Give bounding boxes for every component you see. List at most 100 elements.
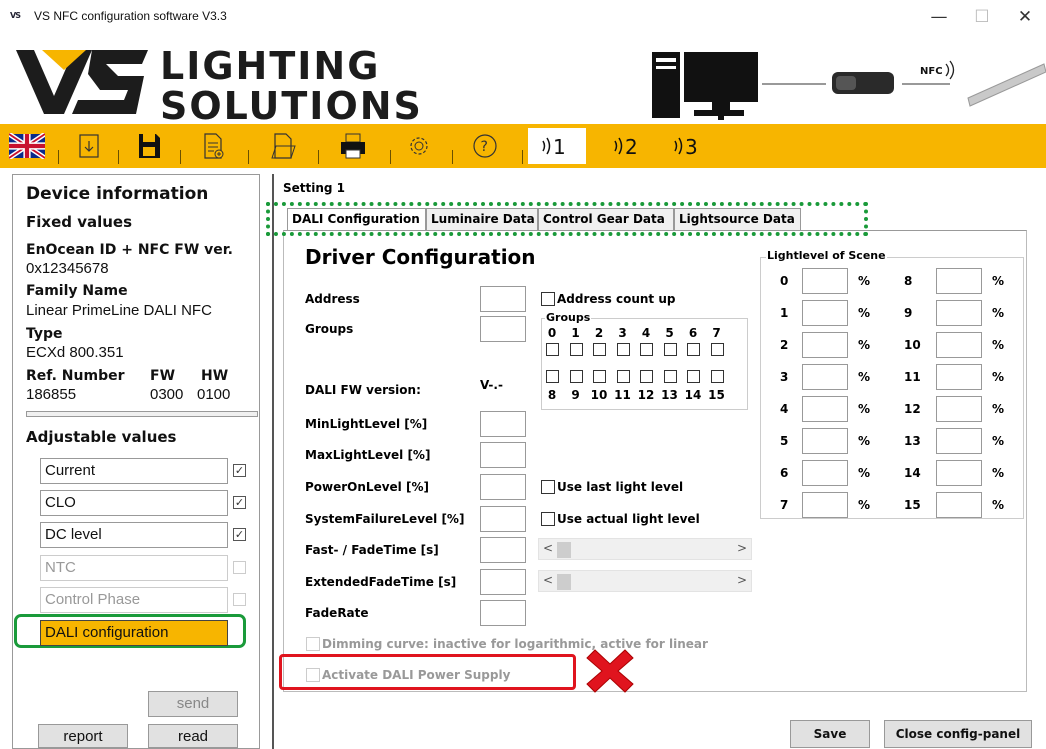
group-checkbox[interactable] — [593, 370, 606, 383]
group-checkbox[interactable] — [710, 343, 724, 356]
group-checkbox[interactable] — [710, 370, 724, 383]
close-config-panel-button[interactable]: Close config-panel — [884, 720, 1032, 748]
max-light-level-input[interactable] — [480, 442, 526, 468]
scene-level-input[interactable] — [802, 428, 848, 454]
scene-number-label: 5 — [780, 434, 789, 448]
adjustable-clo[interactable]: CLO — [40, 490, 228, 516]
help-icon[interactable]: ? — [460, 128, 510, 164]
scene-level-input[interactable] — [936, 428, 982, 454]
control-phase-checkbox[interactable] — [233, 593, 246, 606]
settings-icon[interactable] — [394, 128, 444, 164]
scene-level-input[interactable] — [802, 300, 848, 326]
group-checkbox[interactable] — [640, 370, 653, 383]
group-checkbox[interactable] — [640, 343, 653, 356]
nfc-slot-2-icon[interactable]: 2 — [600, 128, 658, 164]
logo-line-1: LIGHTING — [160, 44, 381, 88]
import-icon[interactable] — [64, 128, 114, 164]
scene-level-input[interactable] — [802, 396, 848, 422]
report-button[interactable]: report — [38, 724, 128, 748]
group-checkbox[interactable] — [616, 370, 630, 383]
print-icon[interactable] — [328, 128, 378, 164]
fade-rate-input[interactable] — [480, 600, 526, 626]
adjustable-dali-configuration[interactable]: DALI configuration — [40, 620, 228, 646]
scene-level-input[interactable] — [936, 460, 982, 486]
min-light-level-input[interactable] — [480, 411, 526, 437]
send-button[interactable]: send — [148, 691, 238, 717]
use-actual-light-level-label: Use actual light level — [557, 512, 700, 526]
read-button[interactable]: read — [148, 724, 238, 748]
group-number: 14 — [684, 388, 702, 402]
address-count-up-checkbox[interactable] — [541, 292, 555, 306]
slider-thumb[interactable] — [557, 574, 571, 590]
group-checkbox[interactable] — [546, 370, 559, 383]
current-checkbox[interactable]: ✓ — [233, 464, 246, 477]
group-checkbox[interactable] — [569, 343, 583, 356]
nfc-slot-3-icon[interactable]: 3 — [660, 128, 718, 164]
open-document-icon[interactable] — [258, 128, 308, 164]
group-checkbox[interactable] — [593, 343, 606, 356]
scene-level-input[interactable] — [802, 460, 848, 486]
maximize-button[interactable]: ☐ — [962, 4, 1002, 30]
group-number: 6 — [688, 326, 698, 340]
scene-level-input[interactable] — [936, 300, 982, 326]
adjustable-values-title: Adjustable values — [26, 428, 177, 446]
group-checkbox[interactable] — [569, 370, 583, 383]
extended-fade-time-input[interactable] — [480, 569, 526, 595]
group-checkbox[interactable] — [663, 343, 677, 356]
nfc-slot-1-icon[interactable]: 1 — [528, 128, 586, 164]
dc-level-checkbox[interactable]: ✓ — [233, 528, 246, 541]
scene-level-input[interactable] — [936, 396, 982, 422]
adjustable-dc-level[interactable]: DC level — [40, 522, 228, 548]
fade-time-slider[interactable]: < > — [538, 538, 752, 560]
scene-level-input[interactable] — [936, 364, 982, 390]
address-input[interactable] — [480, 286, 526, 312]
svg-text:3: 3 — [685, 135, 698, 159]
slider-thumb[interactable] — [557, 542, 571, 558]
toolbar-separator — [118, 150, 119, 164]
scene-level-input[interactable] — [802, 332, 848, 358]
scene-level-input[interactable] — [936, 268, 982, 294]
scene-level-input[interactable] — [936, 492, 982, 518]
fade-time-input[interactable] — [480, 537, 526, 563]
slider-right-arrow-icon[interactable]: > — [737, 541, 747, 555]
adjustable-control-phase[interactable]: Control Phase — [40, 587, 228, 613]
clo-checkbox[interactable]: ✓ — [233, 496, 246, 509]
app-icon: VS — [10, 11, 21, 20]
adjustable-ntc[interactable]: NTC — [40, 555, 228, 581]
scene-level-input[interactable] — [802, 268, 848, 294]
system-failure-level-input[interactable] — [480, 506, 526, 532]
extended-fade-time-slider[interactable]: < > — [538, 570, 752, 592]
group-number: 0 — [547, 326, 557, 340]
groups-input[interactable] — [480, 316, 526, 342]
scene-level-input[interactable] — [802, 364, 848, 390]
slider-left-arrow-icon[interactable]: < — [543, 541, 553, 555]
ntc-checkbox[interactable] — [233, 561, 246, 574]
scene-level-input[interactable] — [936, 332, 982, 358]
power-on-level-input[interactable] — [480, 474, 526, 500]
dali-power-supply-checkbox[interactable] — [306, 668, 320, 682]
address-count-up-label: Address count up — [557, 292, 676, 306]
use-last-light-level-checkbox[interactable] — [541, 480, 555, 494]
minimize-button[interactable]: — — [919, 4, 959, 30]
window-title: VS NFC configuration software V3.3 — [34, 9, 227, 23]
group-checkbox[interactable] — [546, 343, 559, 356]
group-checkbox[interactable] — [616, 343, 630, 356]
close-window-button[interactable]: ✕ — [1005, 4, 1045, 30]
slider-left-arrow-icon[interactable]: < — [543, 573, 553, 587]
use-actual-light-level-checkbox[interactable] — [541, 512, 555, 526]
min-light-level-label: MinLightLevel [%] — [305, 417, 428, 431]
new-document-icon[interactable] — [188, 128, 238, 164]
save-icon[interactable] — [124, 128, 174, 164]
group-checkbox[interactable] — [687, 370, 700, 383]
dimming-curve-checkbox[interactable] — [306, 637, 320, 651]
slider-right-arrow-icon[interactable]: > — [737, 573, 747, 587]
percent-label: % — [992, 434, 1005, 448]
group-checkbox[interactable] — [687, 343, 700, 356]
group-checkbox[interactable] — [663, 370, 677, 383]
adjustable-current[interactable]: Current — [40, 458, 228, 484]
language-flag-icon[interactable] — [2, 128, 52, 164]
percent-label: % — [858, 274, 871, 288]
group-number: 4 — [641, 326, 651, 340]
scene-level-input[interactable] — [802, 492, 848, 518]
save-button[interactable]: Save — [790, 720, 870, 748]
